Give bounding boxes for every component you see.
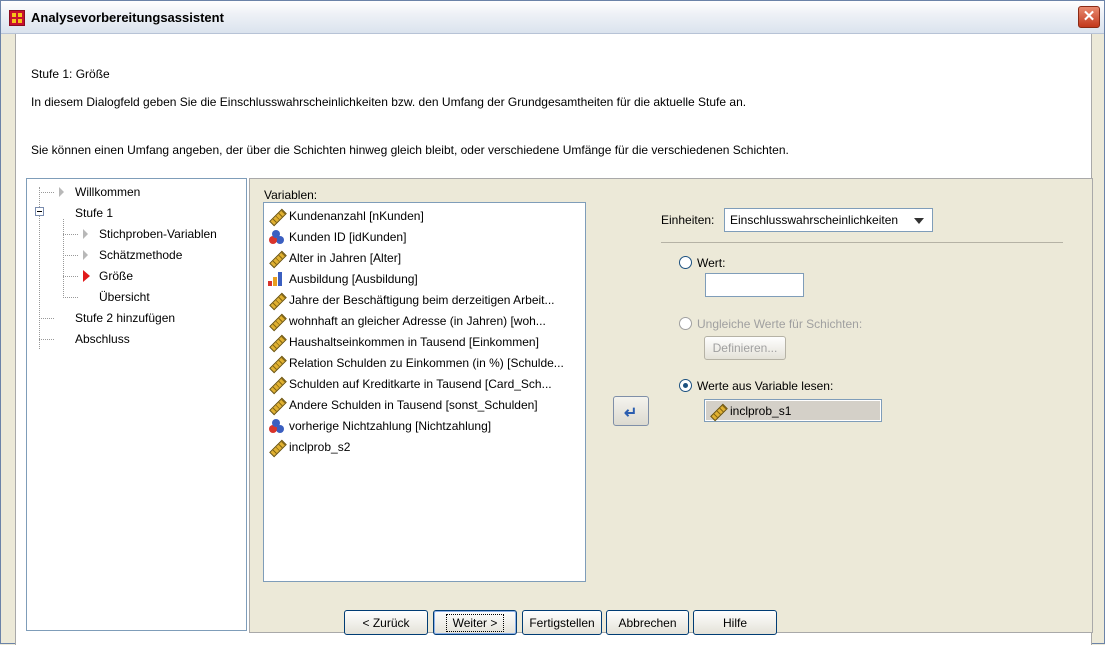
list-item[interactable]: Kundenanzahl [nKunden] (268, 206, 424, 226)
next-button-label: Weiter > (445, 613, 505, 632)
scale-ruler-icon (268, 208, 284, 224)
list-item[interactable]: Schulden auf Kreditkarte in Tausend [Car… (268, 374, 552, 394)
units-selected-value: Einschlusswahrscheinlichkeiten (730, 213, 899, 227)
help-button[interactable]: Hilfe (693, 610, 777, 635)
dialog-window: Analysevorbereitungsassistent ✕ Stufe 1:… (0, 0, 1105, 645)
tree-item-abschluss[interactable]: Abschluss (75, 332, 130, 346)
list-item[interactable]: Andere Schulden in Tausend [sonst_Schuld… (268, 395, 538, 415)
tree-item-schaetzmethode[interactable]: Schätzmethode (99, 248, 182, 262)
scale-ruler-icon (268, 313, 284, 329)
werte-aus-variable-radio[interactable] (679, 379, 692, 392)
list-item[interactable]: Ausbildung [Ausbildung] (268, 269, 418, 289)
list-item-label: vorherige Nichtzahlung [Nichtzahlung] (289, 419, 492, 433)
units-dropdown[interactable]: Einschlusswahrscheinlichkeiten (724, 208, 933, 232)
title-bar[interactable]: Analysevorbereitungsassistent ✕ (1, 1, 1104, 34)
scale-ruler-icon (268, 355, 284, 371)
chevron-down-icon (914, 218, 924, 224)
description-line-2: Sie können einen Umfang angeben, der übe… (31, 143, 789, 157)
divider (661, 242, 1063, 243)
current-step-arrow-icon (83, 270, 90, 282)
ungleiche-werte-radio[interactable] (679, 317, 692, 330)
list-item-label: Haushaltseinkommen in Tausend [Einkommen… (289, 335, 539, 349)
list-item-label: Andere Schulden in Tausend [sonst_Schuld… (289, 398, 538, 412)
tree-item-stufe-1[interactable]: Stufe 1 (75, 206, 113, 220)
move-variable-button[interactable]: ↵ (613, 396, 649, 426)
tree-item-uebersicht[interactable]: Übersicht (99, 290, 150, 304)
list-item-label: Alter in Jahren [Alter] (289, 251, 402, 265)
step-arrow-icon (83, 229, 88, 239)
finish-button[interactable]: Fertigstellen (522, 610, 602, 635)
back-button[interactable]: < Zurück (344, 610, 428, 635)
variables-list[interactable]: Kundenanzahl [nKunden] Kunden ID [idKund… (263, 202, 586, 582)
scale-ruler-icon (268, 397, 284, 413)
list-item[interactable]: Jahre der Beschäftigung beim derzeitigen… (268, 290, 555, 310)
selected-variable-value: inclprob_s1 (730, 403, 792, 418)
cancel-button[interactable]: Abbrechen (606, 610, 689, 635)
list-item-label: Jahre der Beschäftigung beim derzeitigen… (289, 293, 555, 307)
scale-ruler-icon (709, 403, 725, 419)
list-item[interactable]: Kunden ID [idKunden] (268, 227, 406, 247)
wert-radio[interactable] (679, 256, 692, 269)
scale-ruler-icon (268, 292, 284, 308)
list-item-label: Schulden auf Kreditkarte in Tausend [Car… (289, 377, 552, 391)
step-title: Stufe 1: Größe (31, 67, 110, 81)
window-title: Analysevorbereitungsassistent (31, 10, 224, 25)
scale-ruler-icon (268, 334, 284, 350)
nominal-icon (268, 418, 284, 434)
list-item[interactable]: Haushaltseinkommen in Tausend [Einkommen… (268, 332, 539, 352)
list-item-label: Relation Schulden zu Einkommen (in %) [S… (289, 356, 564, 370)
app-table-icon (9, 10, 25, 26)
wizard-steps-tree: Willkommen Stufe 1 Stichproben-Variablen… (26, 178, 247, 631)
scale-ruler-icon (268, 376, 284, 392)
step-arrow-icon (59, 187, 64, 197)
description-line-1: In diesem Dialogfeld geben Sie die Einsc… (31, 95, 747, 109)
list-item[interactable]: vorherige Nichtzahlung [Nichtzahlung] (268, 416, 491, 436)
list-item[interactable]: wohnhaft an gleicher Adresse (in Jahren)… (268, 311, 546, 331)
wert-label: Wert: (697, 256, 726, 270)
units-label: Einheiten: (661, 213, 715, 227)
list-item[interactable]: Relation Schulden zu Einkommen (in %) [S… (268, 353, 564, 373)
list-item-label: Kunden ID [idKunden] (289, 230, 407, 244)
selected-variable-field[interactable]: inclprob_s1 (704, 399, 882, 422)
ordinal-bar-icon (268, 271, 284, 287)
list-item-label: Kundenanzahl [nKunden] (289, 209, 424, 223)
list-item[interactable]: Alter in Jahren [Alter] (268, 248, 401, 268)
variables-label: Variablen: (264, 188, 318, 202)
close-button[interactable]: ✕ (1078, 6, 1100, 28)
ungleiche-werte-label: Ungleiche Werte für Schichten: (697, 317, 863, 331)
list-item-label: wohnhaft an gleicher Adresse (in Jahren)… (289, 314, 546, 328)
tree-item-stufe-2-hinzufuegen[interactable]: Stufe 2 hinzufügen (75, 311, 175, 325)
scale-ruler-icon (268, 439, 284, 455)
step-arrow-icon (83, 250, 88, 260)
list-item[interactable]: inclprob_s2 (268, 437, 350, 457)
tree-item-willkommen[interactable]: Willkommen (75, 185, 140, 199)
return-arrow-icon: ↵ (624, 405, 638, 422)
nominal-icon (268, 229, 284, 245)
definieren-button[interactable]: Definieren... (704, 336, 786, 360)
wert-input[interactable] (705, 273, 804, 297)
tree-item-groesse[interactable]: Größe (99, 269, 133, 283)
next-button[interactable]: Weiter > (433, 610, 517, 635)
werte-aus-variable-label: Werte aus Variable lesen: (697, 379, 834, 393)
scale-ruler-icon (268, 250, 284, 266)
tree-item-stichproben-variablen[interactable]: Stichproben-Variablen (99, 227, 217, 241)
collapse-icon[interactable] (35, 207, 44, 216)
list-item-label: Ausbildung [Ausbildung] (289, 272, 418, 286)
list-item-label: inclprob_s2 (289, 440, 351, 454)
